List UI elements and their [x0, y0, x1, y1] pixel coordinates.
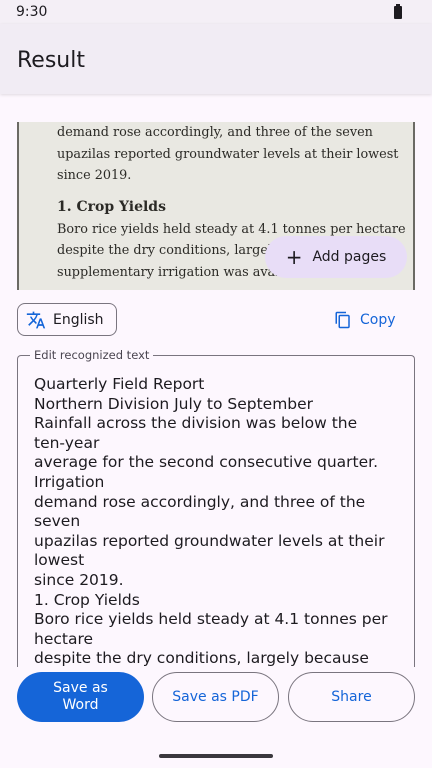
copy-icon: [335, 311, 350, 329]
save-as-pdf-button[interactable]: Save as PDF: [152, 672, 279, 722]
page-title: Result: [17, 48, 85, 73]
save-as-word-button[interactable]: Save as Word: [17, 672, 144, 722]
copy-label: Copy: [360, 312, 396, 328]
recognized-text-field[interactable]: Edit recognized text Quarterly Field Rep…: [17, 348, 415, 669]
add-pages-label: Add pages: [312, 249, 387, 265]
plus-icon: +: [285, 245, 303, 269]
status-bar: 9:30: [0, 0, 432, 24]
share-label: Share: [331, 688, 372, 705]
language-label: English: [53, 311, 104, 328]
copy-button[interactable]: Copy: [334, 308, 396, 332]
share-button[interactable]: Share: [288, 672, 415, 722]
recognized-text-input[interactable]: Quarterly Field Report Northern Division…: [34, 375, 404, 669]
save-as-word-label: Save as Word: [53, 680, 108, 713]
save-as-pdf-label: Save as PDF: [172, 688, 259, 705]
add-pages-button[interactable]: + Add pages: [265, 236, 407, 278]
battery-icon: [394, 4, 402, 19]
status-time: 9:30: [16, 4, 48, 20]
scan-line: since 2019.: [57, 168, 132, 183]
app-bar: Result: [0, 24, 432, 94]
scan-line: demand rose accordingly, and three of th…: [57, 125, 373, 140]
language-button[interactable]: English: [17, 303, 117, 336]
field-label: Edit recognized text: [30, 348, 154, 362]
translate-icon: [26, 311, 46, 328]
gesture-nav-handle[interactable]: [159, 754, 273, 758]
scan-line: upazilas reported groundwater levels at …: [57, 146, 399, 162]
scan-heading: 1. Crop Yields: [57, 198, 166, 215]
